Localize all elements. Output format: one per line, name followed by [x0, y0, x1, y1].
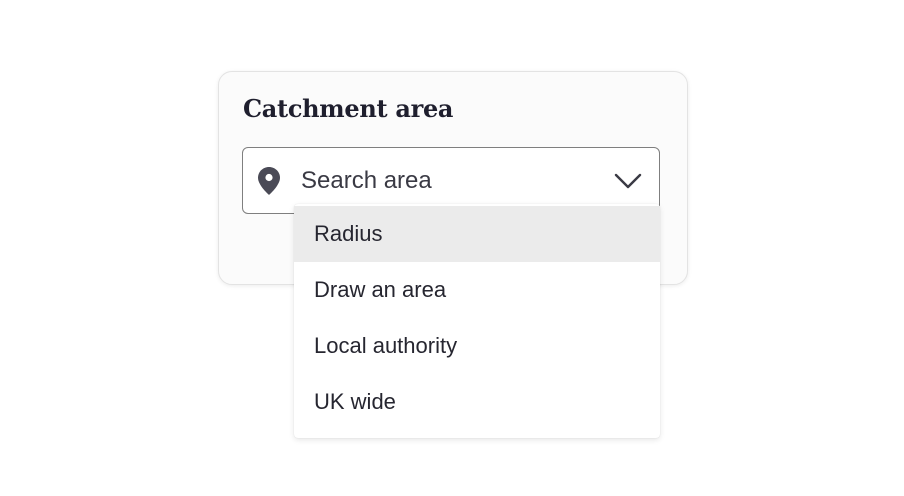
select-value: Search area: [301, 167, 432, 194]
menu-item-uk-wide[interactable]: UK wide: [294, 374, 660, 430]
chevron-down-icon[interactable]: [614, 172, 642, 190]
card-title: Catchment area: [243, 94, 454, 123]
menu-item-radius[interactable]: Radius: [294, 206, 660, 262]
menu-item-local-authority[interactable]: Local authority: [294, 318, 660, 374]
map-pin-icon: [257, 166, 281, 196]
dropdown-menu: Radius Draw an area Local authority UK w…: [294, 204, 660, 438]
menu-item-draw-an-area[interactable]: Draw an area: [294, 262, 660, 318]
